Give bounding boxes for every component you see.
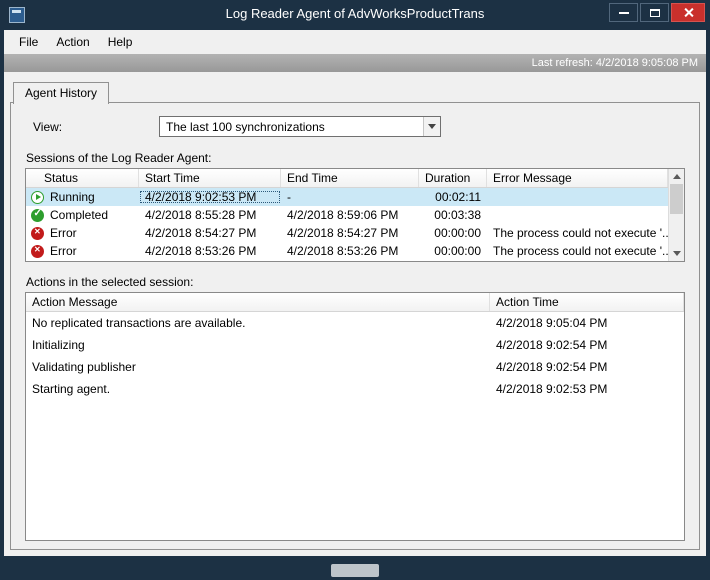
maximize-icon xyxy=(650,9,660,17)
session-status: Completed xyxy=(50,208,109,222)
session-status: Error xyxy=(50,226,77,240)
session-status: Error xyxy=(50,244,77,258)
tabstrip: Agent History xyxy=(13,81,706,104)
chevron-down-icon[interactable] xyxy=(423,117,440,136)
column-header-start-time[interactable]: Start Time xyxy=(139,169,281,187)
view-dropdown-value: The last 100 synchronizations xyxy=(166,119,325,134)
window-title: Log Reader Agent of AdvWorksProductTrans xyxy=(225,6,485,21)
session-end-time: 4/2/2018 8:53:26 PM xyxy=(287,244,399,258)
scrollbar-thumb[interactable] xyxy=(670,184,683,214)
action-message: Validating publisher xyxy=(32,360,136,374)
menu-action[interactable]: Action xyxy=(47,32,98,52)
last-refresh-text: Last refresh: 4/2/2018 9:05:08 PM xyxy=(531,57,698,69)
sessions-header-row: Status Start Time End Time Duration Erro… xyxy=(26,169,668,188)
action-row[interactable]: Starting agent. 4/2/2018 9:02:53 PM xyxy=(26,378,684,400)
running-icon xyxy=(31,190,44,204)
tab-agent-history[interactable]: Agent History xyxy=(13,82,110,104)
action-message: No replicated transactions are available… xyxy=(32,316,246,330)
session-start-time: 4/2/2018 8:53:26 PM xyxy=(145,244,257,258)
column-header-action-time[interactable]: Action Time xyxy=(490,293,684,311)
error-icon xyxy=(31,226,44,240)
window-controls xyxy=(607,3,705,22)
session-end-time: - xyxy=(287,190,291,204)
action-row[interactable]: No replicated transactions are available… xyxy=(26,312,684,334)
session-end-time: 4/2/2018 8:54:27 PM xyxy=(287,226,399,240)
window-grip[interactable] xyxy=(331,564,379,577)
session-row[interactable]: Completed 4/2/2018 8:55:28 PM 4/2/2018 8… xyxy=(26,206,668,224)
session-row[interactable]: Error 4/2/2018 8:53:26 PM 4/2/2018 8:53:… xyxy=(26,242,668,260)
client-area: File Action Help Last refresh: 4/2/2018 … xyxy=(4,30,706,556)
error-icon xyxy=(31,244,44,258)
action-row[interactable]: Validating publisher 4/2/2018 9:02:54 PM xyxy=(26,356,684,378)
session-duration: 00:00:00 xyxy=(434,244,481,258)
session-row[interactable]: Error 4/2/2018 8:54:27 PM 4/2/2018 8:54:… xyxy=(26,224,668,242)
session-start-time: 4/2/2018 9:02:53 PM xyxy=(139,190,281,204)
action-message: Starting agent. xyxy=(32,382,111,396)
column-header-action-message[interactable]: Action Message xyxy=(26,293,490,311)
session-duration: 00:02:11 xyxy=(435,190,481,204)
session-row[interactable]: Running 4/2/2018 9:02:53 PM - 00:02:11 xyxy=(26,188,668,206)
completed-icon xyxy=(31,208,44,222)
actions-label: Actions in the selected session: xyxy=(26,275,194,289)
titlebar[interactable]: Log Reader Agent of AdvWorksProductTrans xyxy=(0,0,710,30)
column-header-end-time[interactable]: End Time xyxy=(281,169,419,187)
session-status: Running xyxy=(50,190,95,204)
menu-file[interactable]: File xyxy=(10,32,47,52)
session-end-time: 4/2/2018 8:59:06 PM xyxy=(287,208,399,222)
action-message: Initializing xyxy=(32,338,85,352)
action-time: 4/2/2018 9:02:53 PM xyxy=(496,382,608,396)
close-icon xyxy=(683,7,694,18)
menu-help[interactable]: Help xyxy=(99,32,142,52)
menubar: File Action Help xyxy=(4,30,706,54)
last-refresh-bar: Last refresh: 4/2/2018 9:05:08 PM xyxy=(4,54,706,72)
column-header-error-message[interactable]: Error Message xyxy=(487,169,668,187)
view-label: View: xyxy=(33,119,63,134)
minimize-icon xyxy=(619,12,629,14)
session-duration: 00:03:38 xyxy=(434,208,481,222)
view-dropdown[interactable]: The last 100 synchronizations xyxy=(159,116,441,137)
scroll-up-icon[interactable] xyxy=(669,169,684,184)
action-time: 4/2/2018 9:05:04 PM xyxy=(496,316,608,330)
agent-history-panel: View: The last 100 synchronizations Sess… xyxy=(10,102,700,550)
scroll-down-icon[interactable] xyxy=(669,246,684,261)
session-duration: 00:00:00 xyxy=(434,226,481,240)
sessions-scrollbar[interactable] xyxy=(668,169,684,261)
column-header-status[interactable]: Status xyxy=(26,169,139,187)
sessions-table: Status Start Time End Time Duration Erro… xyxy=(25,168,685,262)
session-error: The process could not execute '... xyxy=(493,244,668,258)
actions-table: Action Message Action Time No replicated… xyxy=(25,292,685,541)
session-start-time: 4/2/2018 8:55:28 PM xyxy=(145,208,257,222)
minimize-button[interactable] xyxy=(609,3,638,22)
maximize-button[interactable] xyxy=(640,3,669,22)
column-header-duration[interactable]: Duration xyxy=(419,169,487,187)
scrollbar-track[interactable] xyxy=(669,184,684,246)
session-start-time: 4/2/2018 8:54:27 PM xyxy=(145,226,257,240)
action-time: 4/2/2018 9:02:54 PM xyxy=(496,338,608,352)
action-time: 4/2/2018 9:02:54 PM xyxy=(496,360,608,374)
sessions-label: Sessions of the Log Reader Agent: xyxy=(26,151,212,165)
view-row: View: The last 100 synchronizations xyxy=(33,116,699,137)
actions-header-row: Action Message Action Time xyxy=(26,293,684,312)
session-error: The process could not execute '... xyxy=(493,226,668,240)
close-button[interactable] xyxy=(671,3,705,22)
action-row[interactable]: Initializing 4/2/2018 9:02:54 PM xyxy=(26,334,684,356)
window: Log Reader Agent of AdvWorksProductTrans… xyxy=(0,0,710,580)
